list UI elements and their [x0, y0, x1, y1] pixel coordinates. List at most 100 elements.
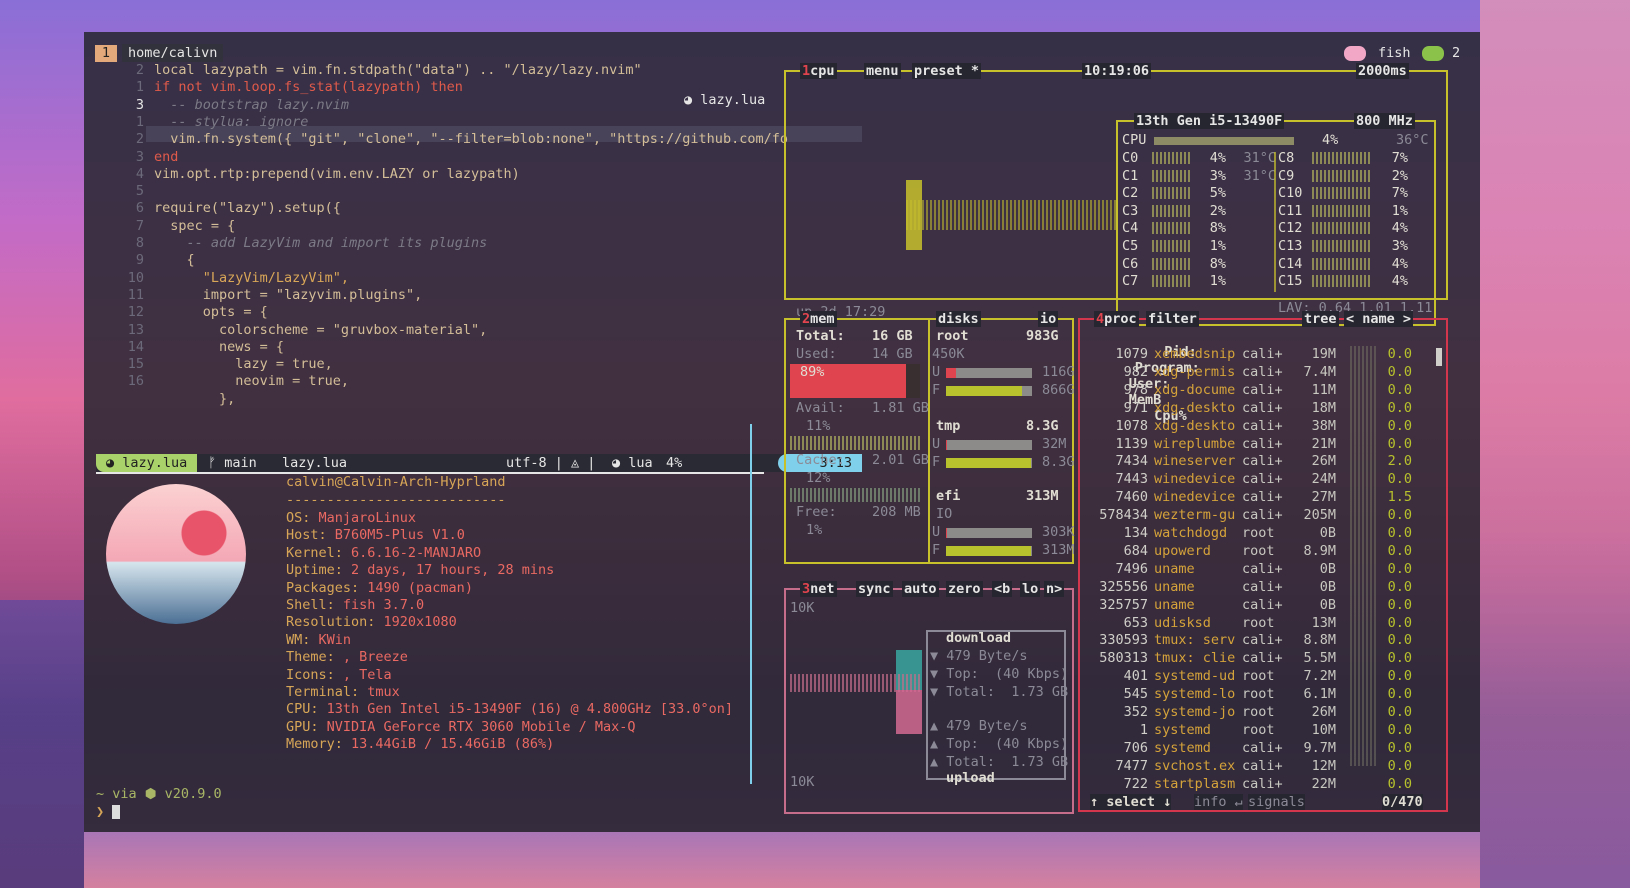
update-interval[interactable]: 2000ms	[1356, 63, 1409, 79]
disks-io-toggle[interactable]: io	[1038, 311, 1059, 327]
process-row[interactable]: 684 upowerd root 8.9M 0.0	[1080, 543, 1412, 559]
code-line[interactable]: "LazyVim/LazyVim",	[154, 270, 349, 286]
preset-button[interactable]: preset *	[912, 63, 982, 79]
neofetch-info-row: Host: B760M5-Plus V1.0	[286, 527, 465, 543]
process-prog: xdg-docume	[1154, 381, 1236, 398]
process-row[interactable]: 401 systemd-ud root 7.2M 0.0	[1080, 668, 1412, 684]
code-line[interactable]: vim.fn.system({ "git", "clone", "--filte…	[154, 131, 788, 147]
process-mem: 7.2M	[1303, 668, 1336, 685]
process-row[interactable]: 7460 winedevice cali+ 27M 1.5	[1080, 489, 1412, 505]
code-line[interactable]: opts = {	[154, 304, 268, 320]
process-row[interactable]: 1079 xembedsnip cali+ 19M 0.0	[1080, 346, 1412, 362]
code-line[interactable]: -- stylua: ignore	[154, 114, 308, 130]
code-line[interactable]: spec = {	[154, 218, 235, 234]
process-row[interactable]: 982 xdg-permis cali+ 7.4M 0.0	[1080, 364, 1412, 380]
proc-info-hint[interactable]: info ↵	[1194, 794, 1243, 810]
code-line[interactable]: },	[154, 391, 235, 407]
process-row[interactable]: 1 systemd root 10M 0.0	[1080, 722, 1412, 738]
process-row[interactable]: 134 watchdogd root 0B 0.0	[1080, 525, 1412, 541]
proc-select-hint[interactable]: ↑ select ↓	[1090, 794, 1172, 810]
process-prog: xdg-permis	[1154, 363, 1236, 380]
net-prev-iface[interactable]: <b	[992, 581, 1013, 597]
net-title[interactable]: 3net	[800, 581, 837, 597]
neofetch-value: 13th Gen Intel i5-13490F (16) @ 4.800GHz…	[326, 701, 734, 718]
tmux-window-count: 2	[1452, 45, 1461, 61]
process-row[interactable]: 7443 winedevice cali+ 24M 0.0	[1080, 471, 1412, 487]
net-auto-toggle[interactable]: auto	[902, 581, 939, 597]
process-row[interactable]: 580313 tmux: clie cali+ 5.5M 0.0	[1080, 650, 1412, 666]
neofetch-info-row: Icons: , Tela	[286, 667, 392, 683]
process-row[interactable]: 1139 wireplumbe cali+ 21M 0.0	[1080, 436, 1412, 452]
process-row[interactable]: 7496 uname cali+ 0B 0.0	[1080, 561, 1412, 577]
process-row[interactable]: 7434 wineserver cali+ 26M 2.0	[1080, 453, 1412, 469]
proc-title[interactable]: 4proc	[1094, 311, 1139, 327]
process-row[interactable]: 971 xdg-deskto cali+ 18M 0.0	[1080, 400, 1412, 416]
cpu-core-row: C6 8%	[1122, 256, 1276, 272]
mem-free-pct: 1%	[806, 522, 823, 538]
process-pid: 1078	[1115, 417, 1148, 434]
process-row[interactable]: 978 xdg-docume cali+ 11M 0.0	[1080, 382, 1412, 398]
process-cpu: 0.0	[1387, 757, 1412, 774]
code-line[interactable]: vim.opt.rtp:prepend(vim.env.LAZY or lazy…	[154, 166, 520, 182]
tmux-shell-name: fish	[1378, 45, 1411, 61]
code-line[interactable]: import = "lazyvim.plugins",	[154, 287, 422, 303]
process-row[interactable]: 578434 wezterm-gu cali+ 205M 0.0	[1080, 507, 1412, 523]
tmux-tab-number[interactable]: 1	[95, 45, 117, 62]
tmux-tab-path[interactable]: home/calivn	[122, 44, 224, 62]
net-sync-toggle[interactable]: sync	[856, 581, 893, 597]
mem-title[interactable]: 2mem	[800, 311, 837, 327]
cpu-title[interactable]: 1cpu	[800, 63, 837, 79]
cpu-core-pct: 8%	[1209, 220, 1226, 237]
proc-tree-toggle[interactable]: tree	[1302, 311, 1339, 327]
code-line[interactable]: -- add LazyVim and import its plugins	[154, 235, 488, 251]
code-line[interactable]: if not vim.loop.fs_stat(lazypath) then	[154, 79, 463, 95]
process-row[interactable]: 653 udisksd root 13M 0.0	[1080, 615, 1412, 631]
code-line[interactable]: {	[154, 252, 195, 268]
process-row[interactable]: 325556 uname cali+ 0B 0.0	[1080, 579, 1412, 595]
net-next-iface[interactable]: n>	[1044, 581, 1065, 597]
neofetch-key: Packages:	[286, 579, 368, 596]
mem-title-number: 2	[802, 311, 811, 327]
process-row[interactable]: 545 systemd-lo root 6.1M 0.0	[1080, 686, 1412, 702]
process-user: cali+	[1242, 399, 1283, 416]
process-prog: wireplumbe	[1154, 435, 1236, 452]
proc-sort-selector[interactable]: < name >	[1344, 311, 1414, 327]
process-row[interactable]: 722 startplasm cali+ 22M 0.0	[1080, 776, 1412, 792]
process-row[interactable]: 7477 svchost.ex cali+ 12M 0.0	[1080, 758, 1412, 774]
process-row[interactable]: 325757 uname cali+ 0B 0.0	[1080, 597, 1412, 613]
code-line[interactable]: news = {	[154, 339, 284, 355]
process-mem: 22M	[1311, 775, 1336, 792]
neofetch-value: 1920x1080	[383, 614, 457, 631]
process-row[interactable]: 352 systemd-jo root 26M 0.0	[1080, 704, 1412, 720]
process-row[interactable]: 330593 tmux: serv cali+ 8.8M 0.0	[1080, 632, 1412, 648]
code-line[interactable]: lazy = true,	[154, 356, 333, 372]
neofetch-key: Uptime:	[286, 562, 352, 579]
process-row[interactable]: 706 systemd cali+ 9.7M 0.0	[1080, 740, 1412, 756]
process-user: cali+	[1242, 560, 1283, 577]
proc-signals-hint[interactable]: signals	[1248, 794, 1305, 810]
code-line[interactable]: require("lazy").setup({	[154, 200, 341, 216]
process-prog: uname	[1154, 560, 1195, 577]
menu-button[interactable]: menu	[864, 63, 901, 79]
neovim-editor[interactable]: ◕ lazy.lua 2 1 3 1 2 3 4 5 6 7 8 9 10 11 12 13 14 15 16 lo…	[84, 62, 862, 434]
process-mem: 27M	[1311, 489, 1336, 506]
neofetch-value: NVIDIA GeForce RTX 3060 Mobile / Max-Q	[326, 718, 636, 735]
code-line[interactable]: colorscheme = "gruvbox-material",	[154, 322, 487, 338]
proc-scrollbar[interactable]	[1436, 348, 1442, 366]
code-line[interactable]: neovim = true,	[154, 373, 349, 389]
process-pid: 578434	[1099, 507, 1148, 524]
code-line[interactable]: end	[154, 149, 178, 165]
code-line[interactable]: -- bootstrap lazy.nvim	[154, 97, 349, 113]
upload-rate: ▲ 479 Byte/s	[930, 718, 1028, 734]
text-cursor[interactable]	[112, 805, 121, 819]
terminal-icon	[1422, 46, 1444, 61]
mem-avail: 1.81 GB	[872, 400, 929, 416]
code-line[interactable]: local lazypath = vim.fn.stdpath("data") …	[154, 62, 642, 78]
process-row[interactable]: 1078 xdg-deskto cali+ 38M 0.0	[1080, 418, 1412, 434]
process-cpu: 0.0	[1387, 721, 1412, 738]
disks-title[interactable]: disks	[936, 311, 981, 327]
cpu-core-bar	[1312, 169, 1372, 182]
net-zero-toggle[interactable]: zero	[946, 581, 983, 597]
proc-filter[interactable]: filter	[1146, 311, 1199, 327]
cpu-core-bar	[1312, 222, 1372, 235]
